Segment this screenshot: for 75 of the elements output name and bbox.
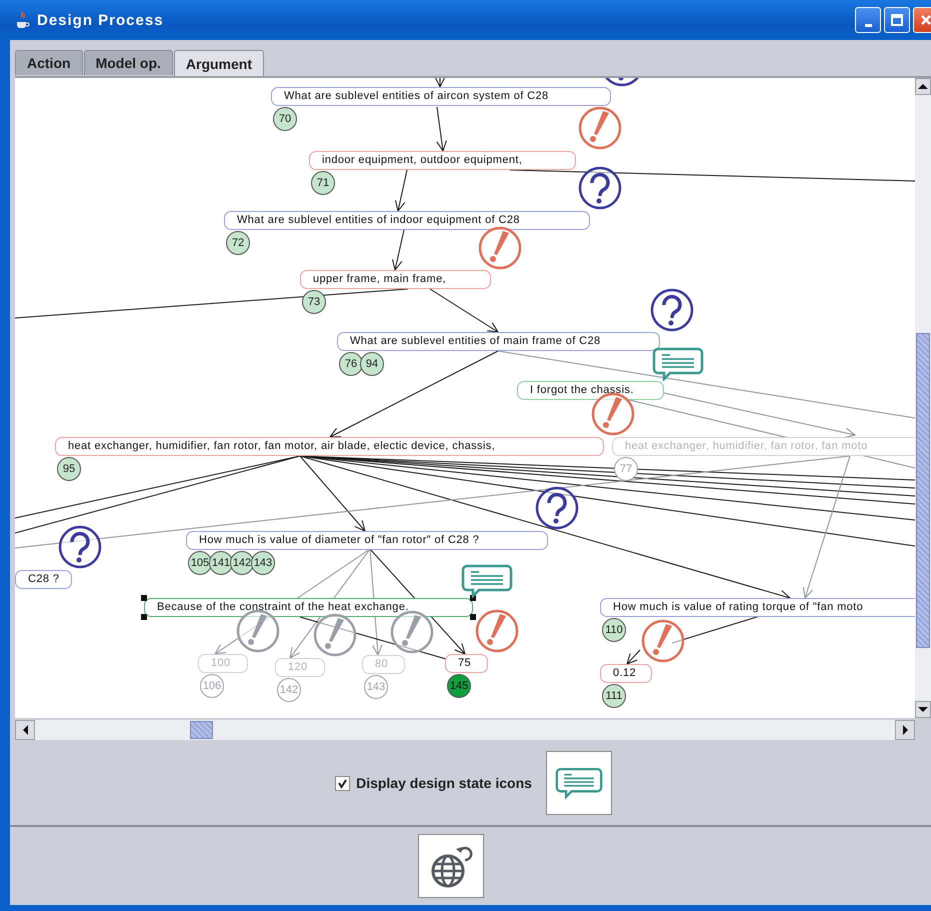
speech-bubble-icon xyxy=(652,347,704,381)
scrollbar-thumb[interactable] xyxy=(190,721,213,739)
exclamation-icon xyxy=(313,613,357,657)
node-number: 76 xyxy=(339,352,363,376)
node-number: 141 xyxy=(209,551,233,575)
exclamation-icon xyxy=(236,609,280,653)
question-mark-icon xyxy=(650,288,694,332)
question-mark-icon xyxy=(58,525,102,569)
selection-handle[interactable] xyxy=(141,595,147,601)
question-node[interactable]: How much is value of rating torque of "fan moto xyxy=(600,598,915,617)
connector-line xyxy=(626,650,640,665)
exclamation-icon xyxy=(591,392,635,436)
globe-refresh-button[interactable] xyxy=(418,834,484,898)
exclamation-icon xyxy=(475,609,519,653)
comment-button[interactable] xyxy=(546,751,612,815)
scrollbar-thumb[interactable] xyxy=(916,333,930,648)
question-node[interactable]: What are sublevel entities of indoor equipment of C28 xyxy=(224,211,590,230)
question-node[interactable]: How much is value of diameter of "fan rotor" of C28 ? xyxy=(186,531,548,550)
tab[interactable]: Argument xyxy=(174,50,264,76)
tab[interactable]: Action xyxy=(15,50,83,75)
connector-line xyxy=(430,288,499,333)
checkbox[interactable] xyxy=(335,776,350,790)
minimize-button[interactable] xyxy=(855,7,881,33)
close-icon xyxy=(919,13,931,27)
vertical-scrollbar[interactable] xyxy=(915,78,931,718)
answer-node[interactable]: heat exchanger, humidifier, fan rotor, fan motor, air blade, electic device, chassis, xyxy=(55,437,604,456)
comment-node[interactable]: Because of the constraint of the heat exchange. xyxy=(144,598,473,617)
connector-line xyxy=(395,170,408,212)
speech-bubble-icon xyxy=(554,765,603,801)
selection-handle[interactable] xyxy=(141,614,147,620)
question-node[interactable]: What are sublevel entities of main frame of C28 xyxy=(337,332,660,351)
connector-line xyxy=(434,78,446,88)
node-number: 71 xyxy=(311,171,335,195)
question-node[interactable]: C28 ? xyxy=(15,570,72,589)
exclamation-icon xyxy=(641,619,685,663)
answer-node[interactable]: upper frame, main frame, xyxy=(300,270,491,289)
scroll-left-button[interactable] xyxy=(15,720,35,740)
node-number: 105 xyxy=(188,551,212,575)
node-number: 73 xyxy=(302,290,326,314)
tab[interactable]: Model op. xyxy=(84,50,173,75)
node-number: 77 xyxy=(614,457,638,481)
maximize-icon xyxy=(890,13,904,27)
exclamation-icon xyxy=(578,106,622,150)
scroll-up-button[interactable] xyxy=(915,78,931,95)
node-number: 95 xyxy=(57,457,81,481)
answer-node[interactable]: indoor equipment, outdoor equipment, xyxy=(309,151,576,170)
minimize-icon xyxy=(864,24,872,26)
node-number: 94 xyxy=(360,352,384,376)
cup-icon xyxy=(14,11,30,29)
node-number: 142 xyxy=(277,678,301,702)
answer-node[interactable]: 75 xyxy=(445,654,488,673)
maximize-button[interactable] xyxy=(884,7,910,33)
selection-handle[interactable] xyxy=(470,614,476,620)
node-number: 72 xyxy=(226,231,250,255)
checkbox-label[interactable]: Display design state icons xyxy=(356,775,532,791)
connector-line xyxy=(436,106,447,152)
node-number: 145 xyxy=(447,674,471,698)
connector-line xyxy=(392,230,404,272)
node-number: 106 xyxy=(200,674,224,698)
node-number: 111 xyxy=(602,684,626,708)
scroll-down-button[interactable] xyxy=(915,701,931,718)
answer-node[interactable]: 0.12 xyxy=(600,664,652,683)
exclamation-icon xyxy=(478,226,522,270)
comment-node[interactable]: I forgot the chassis. xyxy=(517,381,664,400)
speech-bubble-icon xyxy=(461,564,513,598)
window-title: Design Process xyxy=(37,12,164,28)
node-number: 142 xyxy=(230,551,254,575)
node-number: 143 xyxy=(251,551,275,575)
horizontal-scrollbar[interactable] xyxy=(15,720,915,740)
question-mark-icon xyxy=(535,486,579,530)
node-number: 143 xyxy=(364,675,388,699)
node-number: 110 xyxy=(602,618,626,642)
scroll-right-button[interactable] xyxy=(895,720,915,740)
question-mark-icon xyxy=(578,166,622,210)
node-number: 70 xyxy=(273,107,297,131)
